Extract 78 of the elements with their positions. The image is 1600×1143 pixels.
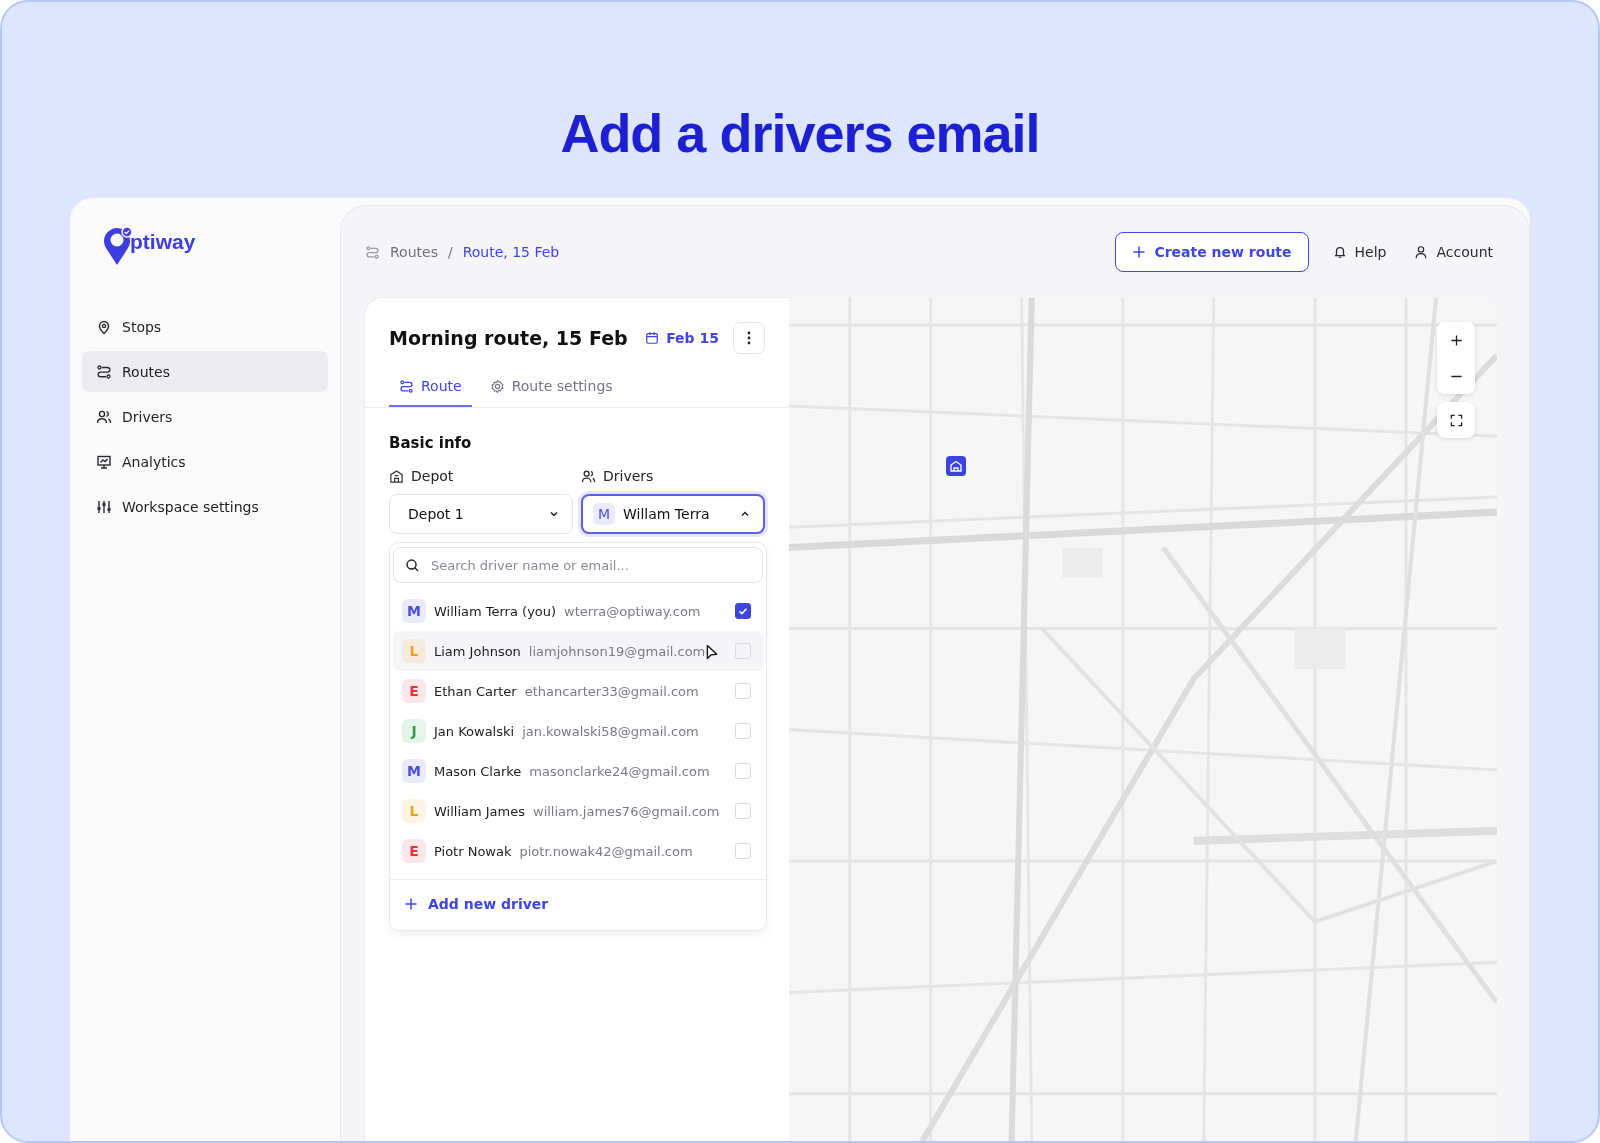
driver-name: Liam Johnson: [434, 643, 521, 659]
drivers-select[interactable]: M Willam Terra: [581, 494, 765, 534]
driver-email: wterra@optiway.com: [564, 603, 701, 619]
account-button[interactable]: Account: [1410, 244, 1497, 260]
driver-option[interactable]: L William James william.james76@gmail.com: [393, 791, 763, 831]
avatar-initial: L: [402, 799, 426, 823]
location-pin-icon: [96, 318, 112, 335]
sidebar-item[interactable]: Stops: [82, 306, 328, 347]
field-label: Drivers: [603, 468, 654, 484]
tab[interactable]: Route: [389, 370, 472, 407]
user-icon: [1414, 245, 1429, 259]
settings-icon: [489, 378, 505, 394]
sliders-icon: [96, 498, 112, 515]
driver-option[interactable]: M Mason Clarke masonclarke24@gmail.com: [393, 751, 763, 791]
field-label: Depot: [411, 468, 454, 484]
search-icon: [405, 558, 420, 573]
sidebar-item[interactable]: Analytics: [82, 441, 328, 482]
tab[interactable]: Route settings: [479, 370, 623, 407]
avatar-initial: E: [402, 679, 426, 703]
people-icon: [96, 408, 112, 425]
driver-email: piotr.nowak42@gmail.com: [519, 843, 693, 859]
route-icon: [365, 244, 380, 260]
fullscreen-button[interactable]: [1437, 402, 1475, 438]
section-title: Basic info: [389, 434, 473, 452]
driver-option[interactable]: E Ethan Carter ethancarter33@gmail.com: [393, 671, 763, 711]
driver-email: liamjohnson19@gmail.com: [528, 643, 706, 659]
page-headline: Add a drivers email: [559, 102, 1041, 164]
avatar-initial: E: [402, 839, 426, 863]
route-icon: [399, 378, 414, 394]
checkbox[interactable]: [735, 603, 751, 619]
breadcrumb-link[interactable]: Route, 15 Feb: [462, 244, 560, 260]
driver-name: Piotr Nowak: [434, 843, 512, 859]
avatar-initial: M: [402, 599, 426, 623]
fullscreen-icon: [1449, 413, 1463, 427]
driver-email: william.james76@gmail.com: [533, 803, 720, 819]
calendar-icon: [645, 331, 660, 345]
sidebar-item[interactable]: Routes: [82, 351, 328, 392]
search-field[interactable]: Search driver name or email...: [393, 547, 763, 583]
depot-marker-icon: [946, 456, 966, 476]
driver-name: William Terra (you): [434, 603, 557, 619]
create-route-button[interactable]: Create new route: [1115, 232, 1309, 272]
breadcrumb-link[interactable]: Routes: [390, 244, 438, 260]
driver-name: William James: [434, 803, 525, 819]
plus-icon: [1449, 333, 1463, 347]
cursor-icon: [706, 644, 719, 661]
avatar-initial: J: [402, 719, 426, 743]
bell-icon: [1332, 245, 1347, 259]
add-driver-button[interactable]: Add new driver: [390, 880, 563, 930]
sidebar-item[interactable]: Drivers: [82, 396, 328, 437]
route-icon: [96, 363, 112, 380]
building-icon: [389, 468, 404, 484]
plus-icon: [404, 897, 418, 911]
more-icon: [747, 331, 751, 345]
plus-icon: [1132, 245, 1147, 259]
driver-option[interactable]: M William Terra (you) wterra@optiway.com: [393, 591, 763, 631]
driver-option[interactable]: J Jan Kowalski jan.kowalski58@gmail.com: [393, 711, 763, 751]
driver-email: masonclarke24@gmail.com: [529, 763, 710, 779]
depot-select[interactable]: Depot 1: [389, 494, 573, 534]
driver-option[interactable]: E Piotr Nowak piotr.nowak42@gmail.com: [393, 831, 763, 871]
presentation-icon: [96, 453, 112, 470]
route-title: Morning route, 15 Feb: [389, 327, 629, 349]
driver-name: Jan Kowalski: [434, 723, 515, 739]
driver-name: Mason Clarke: [434, 763, 522, 779]
driver-name: Ethan Carter: [434, 683, 517, 699]
driver-option[interactable]: L Liam Johnson liamjohnson19@gmail.com: [393, 631, 763, 671]
people-icon: [581, 468, 596, 484]
date-button[interactable]: Feb 15: [645, 330, 719, 346]
avatar-initial: L: [402, 639, 426, 663]
driver-email: ethancarter33@gmail.com: [524, 683, 699, 699]
logo-wordmark: ptiway: [130, 230, 196, 254]
logo-pin-icon: [102, 226, 132, 266]
breadcrumb-separator: /: [447, 244, 453, 260]
sidebar-item[interactable]: Workspace settings: [82, 486, 328, 527]
driver-email: jan.kowalski58@gmail.com: [522, 723, 699, 739]
more-button[interactable]: [733, 322, 765, 354]
avatar-initial: M: [402, 759, 426, 783]
help-button[interactable]: Help: [1328, 244, 1391, 260]
avatar-initial: M: [593, 503, 615, 525]
